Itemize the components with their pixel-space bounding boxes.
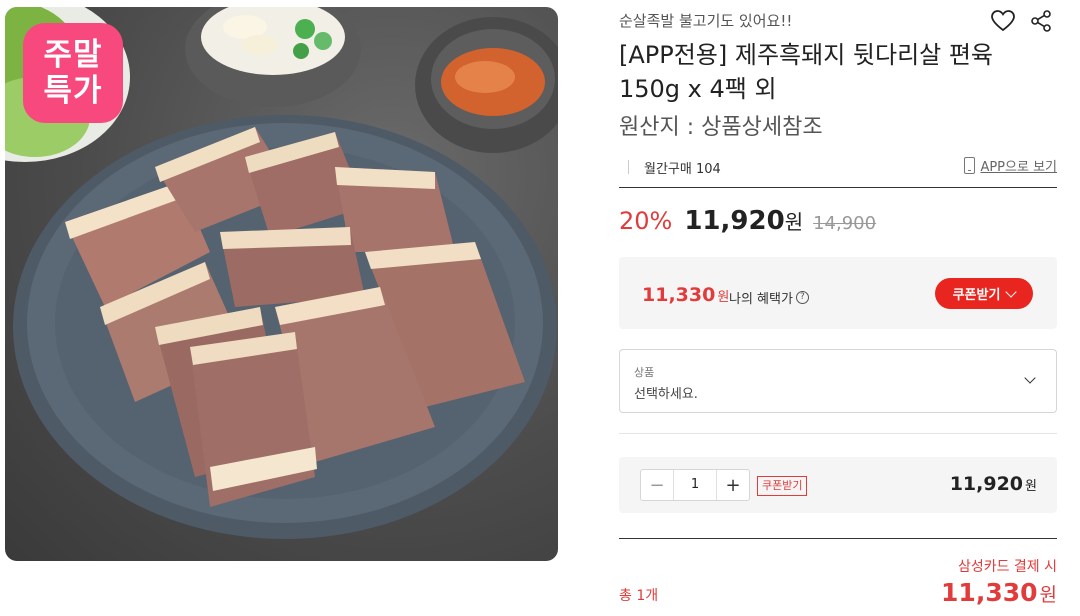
total-divider: [619, 538, 1057, 539]
badge-line-1: 주말: [43, 37, 103, 73]
product-meta-row: 월간구매 104 APP으로 보기: [619, 154, 1057, 188]
total-price-value: 11,330: [941, 578, 1038, 607]
share-icon[interactable]: [1030, 10, 1052, 32]
chevron-down-icon: [1024, 372, 1036, 384]
product-info-panel: 순살족발 불고기도 있어요!! [APP전용] 제주흑돼지 뒷다리살 편육 15…: [619, 0, 1057, 616]
product-title: [APP전용] 제주흑돼지 뒷다리살 편육 150g x 4팩 외: [619, 41, 994, 103]
quantity-stepper: − 1 +: [640, 469, 750, 501]
option-select-value: 선택하세요.: [634, 387, 698, 402]
product-subtitle: 순살족발 불고기도 있어요!!: [619, 12, 793, 30]
benefit-label-text: 나의 혜택가: [729, 292, 793, 307]
chevron-down-icon: [1005, 285, 1018, 298]
item-line-price: 11,920 원: [950, 473, 1037, 495]
discount-rate: 20%: [619, 207, 673, 235]
badge-line-2: 특가: [43, 73, 103, 109]
weekend-special-badge: 주말 특가: [23, 23, 123, 123]
total-price: 11,330 원: [941, 578, 1057, 607]
section-divider: [619, 433, 1057, 434]
option-select-label: 상품: [634, 366, 655, 379]
item-line-price-value: 11,920: [949, 473, 1024, 495]
option-select[interactable]: 상품 선택하세요.: [619, 349, 1057, 413]
app-view-label: APP으로 보기: [980, 160, 1057, 175]
monthly-purchase-count: 월간구매 104: [644, 162, 721, 177]
quantity-value[interactable]: 1: [673, 470, 717, 500]
selected-item-box: − 1 + 쿠폰받기 11,920 원: [619, 457, 1057, 513]
help-icon[interactable]: ?: [795, 291, 809, 304]
phone-icon: [964, 157, 976, 174]
app-view-link[interactable]: APP으로 보기: [964, 156, 1057, 175]
product-image: 주말 특가: [5, 7, 558, 561]
price-row: 20% 11,920 원 14,900: [619, 206, 876, 242]
sale-price-currency: 원: [784, 210, 804, 234]
item-line-price-currency: 원: [1025, 479, 1037, 494]
total-count: 총 1개: [619, 588, 659, 604]
sale-price: 11,920: [684, 206, 785, 236]
benefit-price-box: 11,330 원 나의 혜택가 ? 쿠폰받기: [619, 257, 1057, 329]
benefit-price: 11,330 원: [642, 284, 729, 306]
heart-icon[interactable]: [991, 10, 1015, 32]
meta-divider: [628, 160, 629, 174]
product-origin: 원산지 : 상품상세참조: [619, 115, 823, 140]
coupon-button-label: 쿠폰받기: [952, 288, 1001, 303]
decrease-quantity-button[interactable]: −: [641, 470, 673, 500]
coupon-download-button[interactable]: 쿠폰받기: [935, 278, 1033, 309]
benefit-price-currency: 원: [717, 290, 730, 305]
benefit-price-value: 11,330: [642, 284, 716, 306]
total-price-currency: 원: [1039, 584, 1057, 606]
increase-quantity-button[interactable]: +: [717, 470, 749, 500]
coupon-tag-button[interactable]: 쿠폰받기: [757, 476, 808, 496]
card-payment-note: 삼성카드 결제 시: [957, 559, 1057, 575]
original-price: 14,900: [813, 213, 877, 234]
benefit-label: 나의 혜택가 ?: [729, 288, 809, 307]
